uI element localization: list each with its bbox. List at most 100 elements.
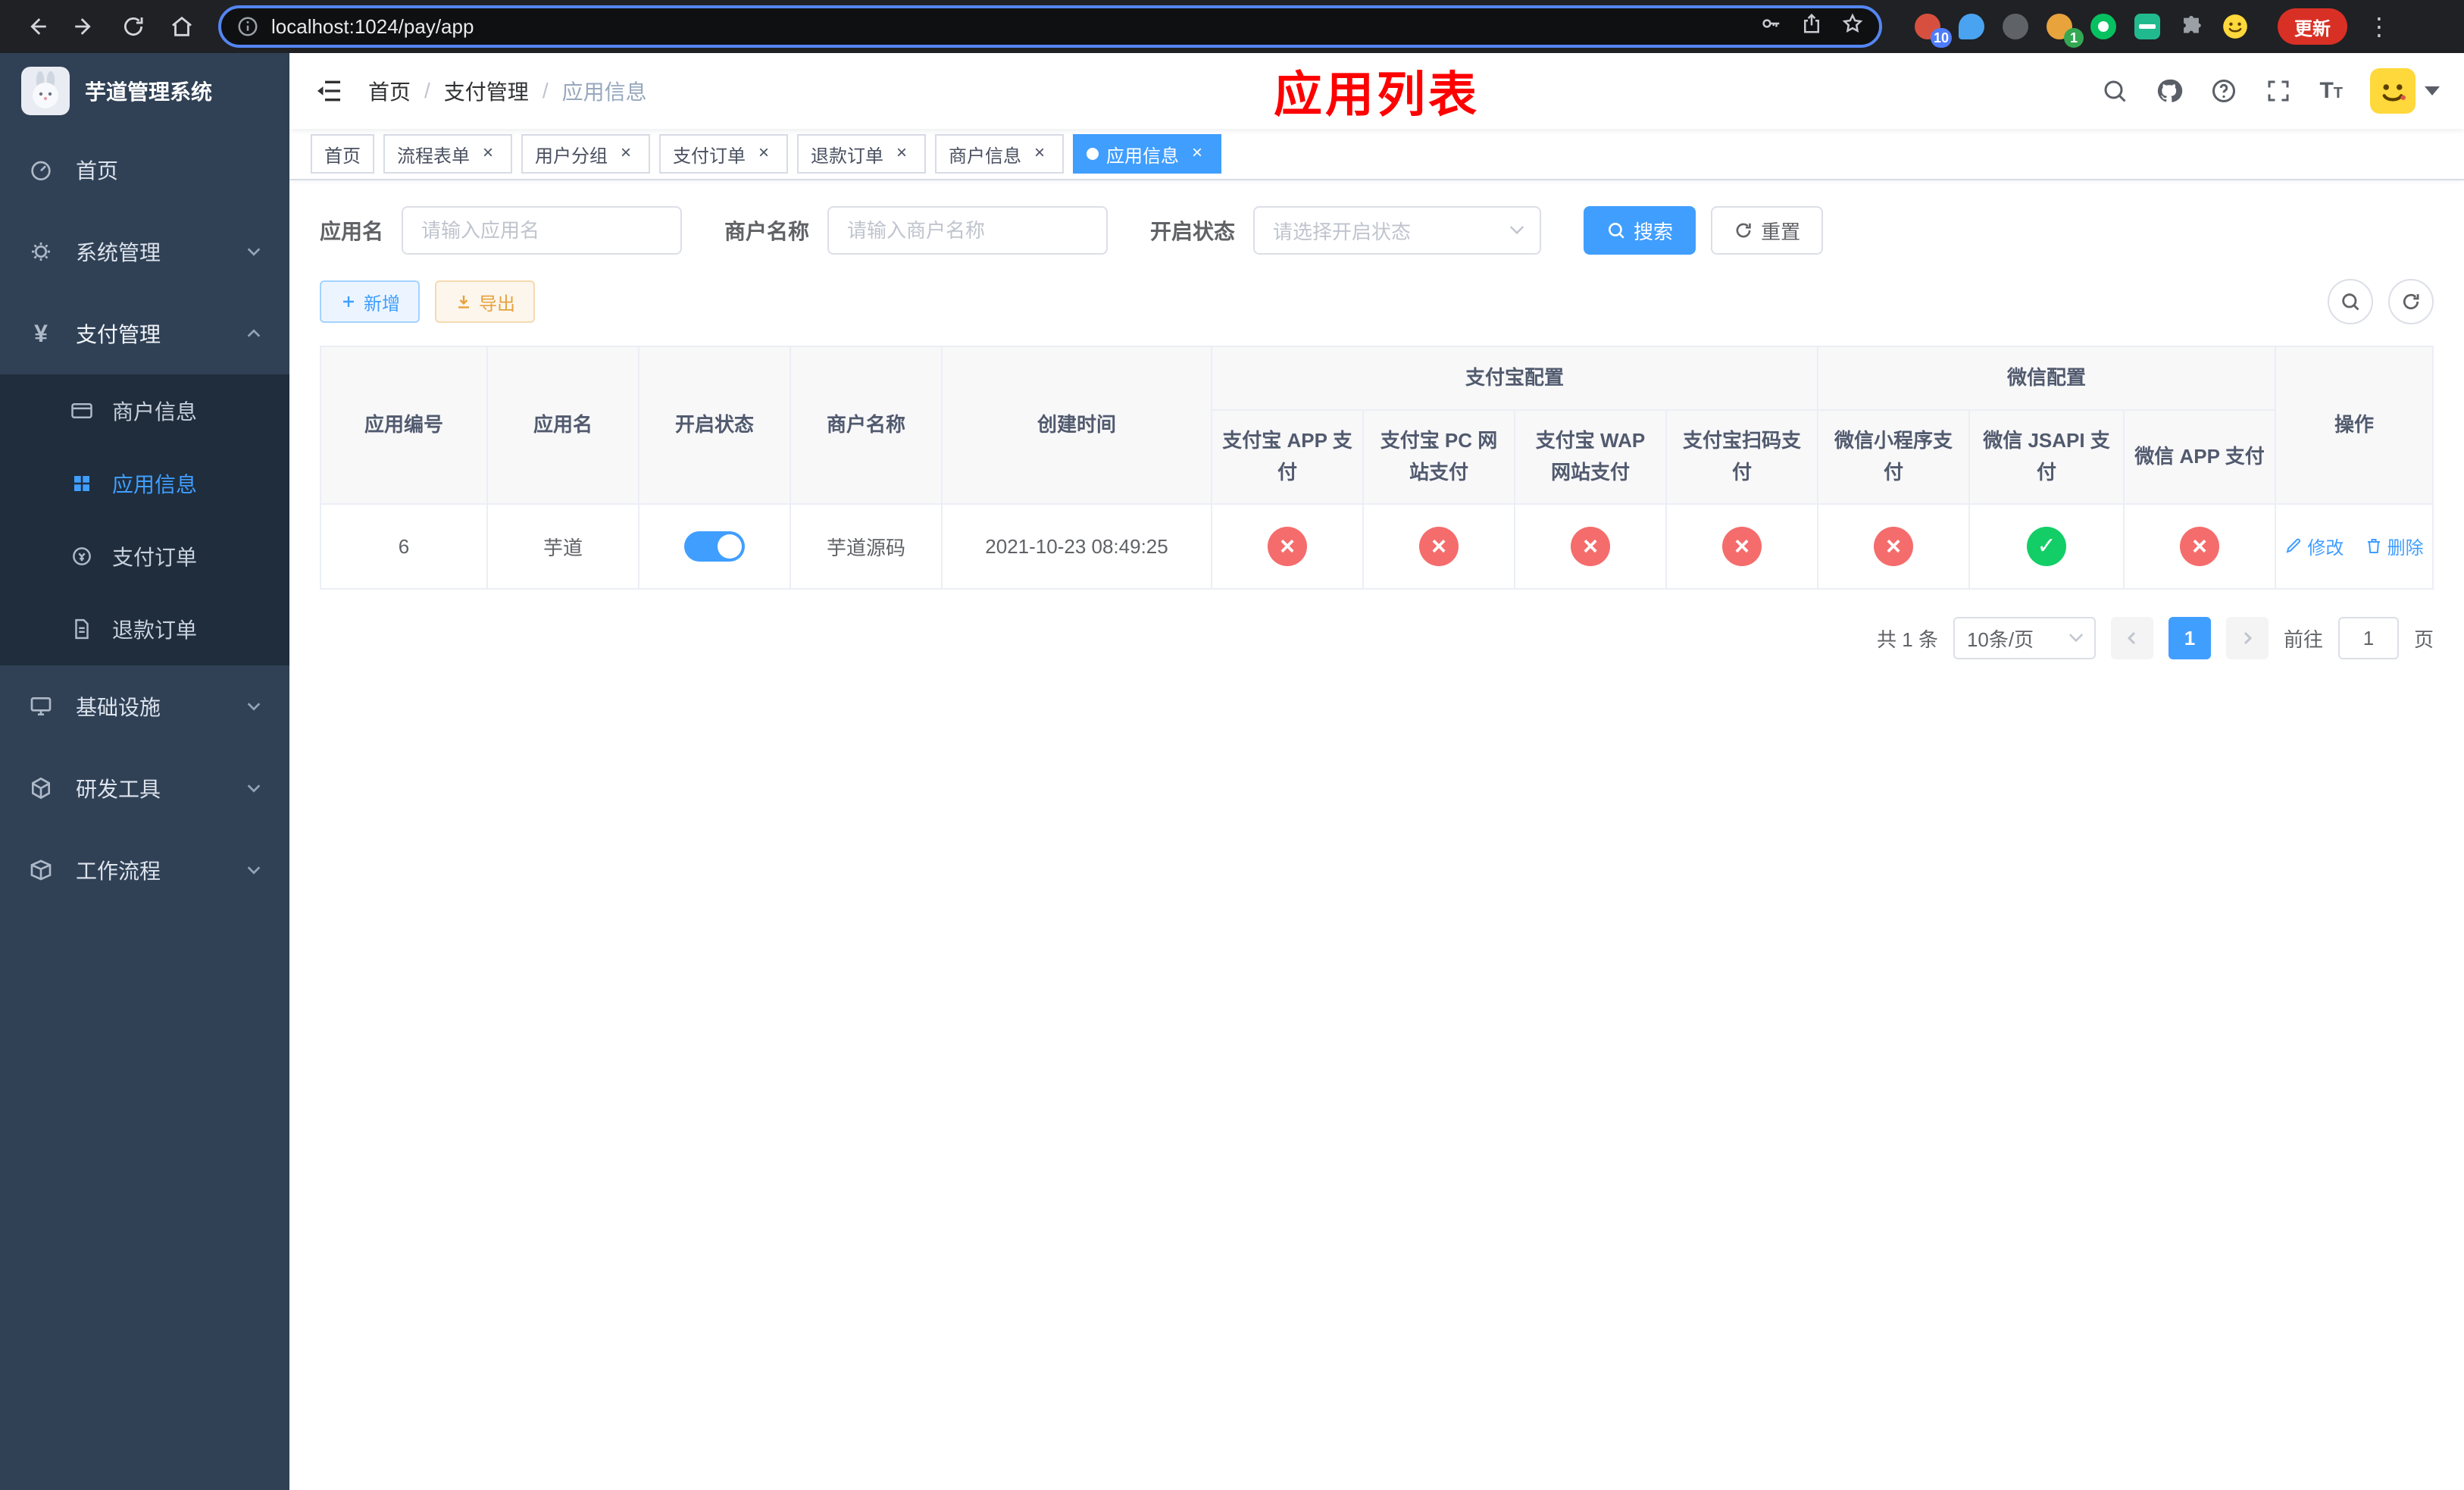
bookmark-star-icon[interactable] [1841, 12, 1864, 41]
tab-label: 应用信息 [1106, 146, 1179, 167]
delete-link[interactable]: 删除 [2365, 533, 2424, 559]
browser-home-button[interactable] [161, 5, 203, 48]
extensions-puzzle-icon[interactable] [2176, 11, 2206, 42]
refresh-icon [1736, 223, 1751, 238]
sidebar-item-label: 支付管理 [76, 323, 161, 346]
fullscreen-icon[interactable] [2265, 77, 2292, 105]
page-size-select[interactable]: 10条/页 [1953, 617, 2096, 659]
add-button[interactable]: 新增 [320, 280, 420, 323]
close-icon[interactable] [891, 143, 912, 164]
extension-badge: 1 [2064, 28, 2084, 48]
tab-label: 用户分组 [535, 146, 608, 167]
extension-icon-wechat-dev[interactable] [2088, 11, 2118, 42]
font-size-icon[interactable]: TT [2319, 78, 2343, 104]
alipay-pc-status-icon [1419, 527, 1459, 566]
export-button[interactable]: 导出 [435, 280, 535, 323]
tab-merchant-info[interactable]: 商户信息 [935, 134, 1064, 174]
sidebar-item-pay-orders[interactable]: 支付订单 [0, 520, 289, 593]
close-icon[interactable] [1029, 143, 1050, 164]
page-unit-label: 页 [2413, 628, 2434, 651]
tab-label: 商户信息 [949, 146, 1021, 167]
extension-icon-docs[interactable] [2132, 11, 2162, 42]
arrow-left-icon [30, 18, 46, 35]
status-toggle[interactable] [684, 531, 745, 562]
extension-icons: 10 1 [1912, 11, 2250, 48]
browser-forward-button[interactable] [64, 5, 106, 48]
tab-app-info[interactable]: 应用信息 [1073, 134, 1221, 174]
close-icon[interactable] [753, 143, 774, 164]
github-icon[interactable] [2156, 77, 2183, 105]
trash-icon [2367, 539, 2380, 554]
box-icon [27, 858, 55, 882]
extension-icon-drop[interactable] [1956, 11, 1987, 42]
merchant-name-input[interactable] [827, 206, 1108, 255]
extension-icon-1[interactable]: 10 [1912, 11, 1952, 48]
edit-link[interactable]: 修改 [2284, 533, 2344, 559]
group-header-wechat: 微信配置 [1817, 346, 2277, 411]
browser-back-button[interactable] [15, 5, 58, 48]
reset-button[interactable]: 重置 [1711, 206, 1824, 255]
sidebar-item-label: 基础设施 [76, 696, 161, 719]
extension-icon-avatar[interactable]: 1 [2044, 11, 2084, 48]
share-icon[interactable] [1800, 12, 1823, 41]
pay-order-icon [70, 545, 94, 568]
tab-user-group[interactable]: 用户分组 [521, 134, 650, 174]
password-key-icon[interactable] [1759, 12, 1782, 41]
prev-page-button[interactable] [2110, 617, 2153, 659]
sidebar-item-label: 研发工具 [76, 778, 161, 801]
browser-reload-button[interactable] [112, 5, 155, 48]
chevron-down-icon [245, 243, 262, 260]
sidebar-item-workflow[interactable]: 工作流程 [0, 829, 289, 911]
breadcrumb-payment[interactable]: 支付管理 [444, 76, 529, 106]
status-label: 开启状态 [1150, 220, 1236, 243]
sidebar-toggle-icon[interactable] [314, 76, 344, 106]
url-text[interactable]: localhost:1024/pay/app [271, 15, 1759, 39]
sidebar-item-refund-orders[interactable]: 退款订单 [0, 593, 289, 665]
close-icon[interactable] [615, 143, 636, 164]
extension-icon-dark[interactable] [2000, 11, 2031, 42]
tab-process-form[interactable]: 流程表单 [383, 134, 512, 174]
sidebar-item-merchant-info[interactable]: 商户信息 [0, 374, 289, 447]
search-button[interactable]: 搜索 [1584, 206, 1696, 255]
tab-refund-orders[interactable]: 退款订单 [797, 134, 926, 174]
sidebar-item-label: 支付订单 [112, 546, 198, 569]
page-number-button[interactable]: 1 [2168, 617, 2211, 659]
tab-pay-orders[interactable]: 支付订单 [659, 134, 788, 174]
sidebar-item-infra[interactable]: 基础设施 [0, 665, 289, 747]
app-name-input[interactable] [402, 206, 683, 255]
alipay-wap-status-icon [1571, 527, 1610, 566]
site-info-icon[interactable] [236, 15, 259, 38]
browser-window: localhost:1024/pay/app 10 1 更新 ⋮ 芋道管理系统 … [0, 0, 2464, 1490]
browser-update-button[interactable]: 更新 [2278, 8, 2347, 45]
sidebar-item-app-info[interactable]: 应用信息 [0, 447, 289, 520]
sidebar: 芋道管理系统 首页 系统管理 ¥ 支付管理 商户信息 应用信息 支付订单 退款订… [0, 53, 289, 1490]
goto-page-input[interactable] [2337, 617, 2399, 659]
browser-menu-icon[interactable]: ⋮ [2366, 12, 2393, 41]
col-header-status: 开启状态 [638, 346, 791, 505]
app-logo[interactable]: 芋道管理系统 [0, 53, 289, 129]
sidebar-menu: 首页 系统管理 ¥ 支付管理 商户信息 应用信息 支付订单 退款订单 基础设施 … [0, 129, 289, 1490]
close-icon[interactable] [1187, 143, 1208, 164]
breadcrumb-home[interactable]: 首页 [368, 76, 411, 106]
sidebar-item-system[interactable]: 系统管理 [0, 211, 289, 293]
sidebar-item-home[interactable]: 首页 [0, 129, 289, 211]
tags-view: 首页 流程表单 用户分组 支付订单 退款订单 商户信息 应用信息 [289, 129, 2464, 180]
user-avatar[interactable] [2370, 68, 2440, 114]
profile-avatar-icon[interactable] [2220, 11, 2250, 42]
breadcrumb-separator [424, 79, 430, 103]
sidebar-item-payment[interactable]: ¥ 支付管理 [0, 293, 289, 374]
col-header-wechat-app: 微信 APP 支付 [2123, 409, 2277, 505]
toggle-search-button[interactable] [2328, 279, 2373, 324]
status-select[interactable]: 请选择开启状态 [1253, 206, 1542, 255]
tab-home[interactable]: 首页 [311, 134, 374, 174]
chevron-down-icon [245, 780, 262, 797]
url-bar[interactable]: localhost:1024/pay/app [218, 5, 1882, 48]
sidebar-item-dev-tools[interactable]: 研发工具 [0, 747, 289, 829]
cell-merchant-name: 芋道源码 [790, 503, 943, 590]
help-icon[interactable] [2210, 77, 2237, 105]
search-icon[interactable] [2101, 77, 2128, 105]
refresh-table-button[interactable] [2388, 279, 2434, 324]
next-page-button[interactable] [2225, 617, 2269, 659]
close-icon[interactable] [477, 143, 499, 164]
logo-avatar [21, 67, 70, 115]
